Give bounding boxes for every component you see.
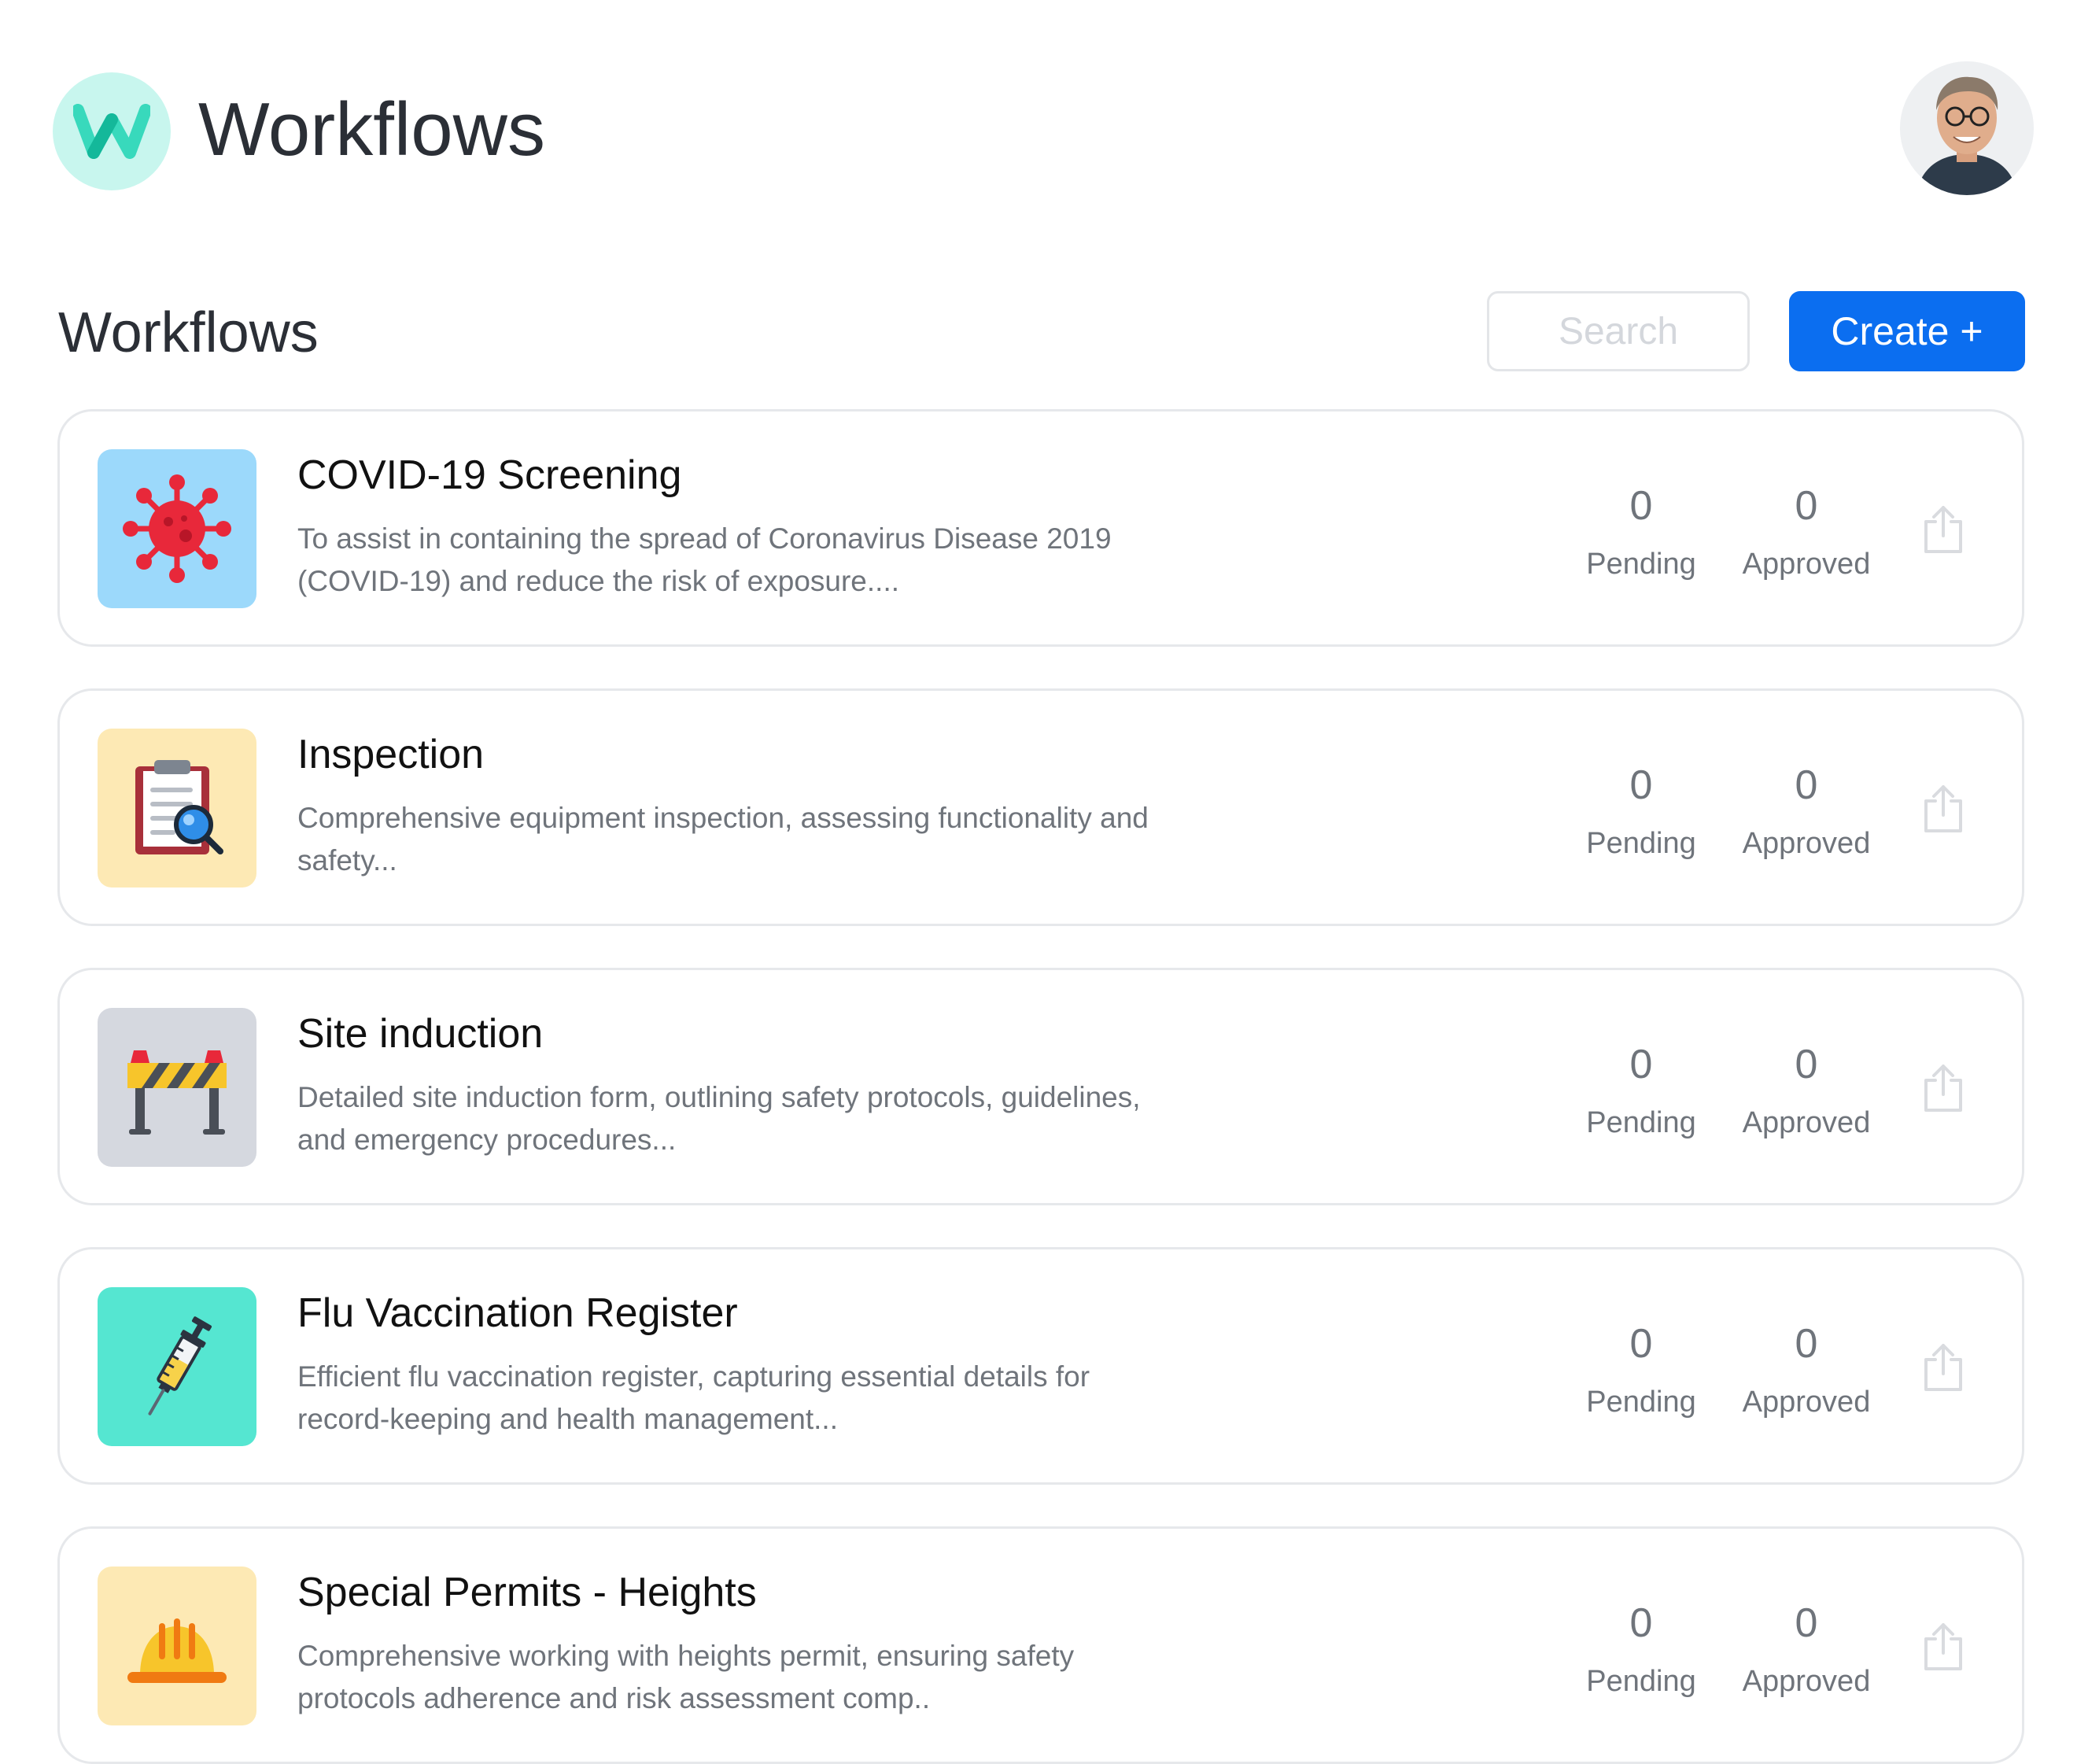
pending-count: 0 <box>1629 483 1653 529</box>
approved-label: Approved <box>1742 1386 1871 1419</box>
approved-label: Approved <box>1742 827 1871 860</box>
pending-label: Pending <box>1586 1665 1696 1698</box>
workflow-card[interactable]: Flu Vaccination Register Efficient flu v… <box>57 1247 2024 1485</box>
section-title: Workflows <box>58 301 319 364</box>
create-button[interactable]: Create + <box>1789 291 2025 371</box>
virus-icon <box>98 449 256 608</box>
app-title: Workflows <box>198 87 545 172</box>
pending-label: Pending <box>1586 548 1696 581</box>
approved-stat: 0 Approved <box>1732 1596 1881 1701</box>
share-icon[interactable] <box>1920 1061 1967 1116</box>
workflow-card[interactable]: Special Permits - Heights Comprehensive … <box>57 1526 2024 1764</box>
syringe-icon <box>98 1287 256 1446</box>
pending-count: 0 <box>1629 762 1653 808</box>
pending-stat: 0 Pending <box>1566 758 1716 863</box>
share-icon[interactable] <box>1920 781 1967 836</box>
approved-label: Approved <box>1742 1106 1871 1139</box>
user-avatar[interactable] <box>1900 61 2034 195</box>
workflow-title[interactable]: COVID-19 Screening <box>297 449 681 501</box>
workflow-title[interactable]: Flu Vaccination Register <box>297 1287 738 1339</box>
approved-stat: 0 Approved <box>1732 1316 1881 1422</box>
approved-stat: 0 Approved <box>1732 758 1881 863</box>
search-input[interactable] <box>1487 291 1750 371</box>
workflow-description: To assist in containing the spread of Co… <box>297 522 1112 597</box>
pending-stat: 0 Pending <box>1566 1037 1716 1142</box>
pending-count: 0 <box>1629 1321 1653 1367</box>
approved-stat: 0 Approved <box>1732 1037 1881 1142</box>
pending-stat: 0 Pending <box>1566 478 1716 584</box>
pending-stat: 0 Pending <box>1566 1596 1716 1701</box>
workflow-title[interactable]: Site induction <box>297 1008 543 1060</box>
workflow-title[interactable]: Inspection <box>297 729 484 781</box>
workflow-card[interactable]: COVID-19 Screening To assist in containi… <box>57 409 2024 647</box>
share-icon[interactable] <box>1920 1340 1967 1395</box>
pending-label: Pending <box>1586 1386 1696 1419</box>
workflow-description: Detailed site induction form, outlining … <box>297 1081 1141 1156</box>
app-header: Workflows <box>0 0 2077 236</box>
clipboard-magnifier-icon <box>98 729 256 888</box>
approved-count: 0 <box>1795 1321 1818 1367</box>
approved-count: 0 <box>1795 1600 1818 1646</box>
share-icon[interactable] <box>1920 502 1967 557</box>
workflow-title[interactable]: Special Permits - Heights <box>297 1567 757 1618</box>
workflow-description: Efficient flu vaccination register, capt… <box>297 1360 1090 1435</box>
approved-stat: 0 Approved <box>1732 478 1881 584</box>
approved-count: 0 <box>1795 762 1818 808</box>
workflow-description: Comprehensive equipment inspection, asse… <box>297 802 1149 876</box>
approved-label: Approved <box>1742 548 1871 581</box>
approved-label: Approved <box>1742 1665 1871 1698</box>
approved-count: 0 <box>1795 483 1818 529</box>
pending-stat: 0 Pending <box>1566 1316 1716 1422</box>
pending-count: 0 <box>1629 1042 1653 1087</box>
pending-label: Pending <box>1586 1106 1696 1139</box>
pending-label: Pending <box>1586 827 1696 860</box>
hard-hat-icon <box>98 1567 256 1725</box>
workflow-card[interactable]: Site induction Detailed site induction f… <box>57 968 2024 1205</box>
workflow-description: Comprehensive working with heights permi… <box>297 1640 1075 1714</box>
road-barrier-icon <box>98 1008 256 1167</box>
share-icon[interactable] <box>1920 1619 1967 1674</box>
pending-count: 0 <box>1629 1600 1653 1646</box>
approved-count: 0 <box>1795 1042 1818 1087</box>
workflow-card[interactable]: Inspection Comprehensive equipment inspe… <box>57 688 2024 926</box>
w-logo-icon[interactable] <box>53 72 171 190</box>
